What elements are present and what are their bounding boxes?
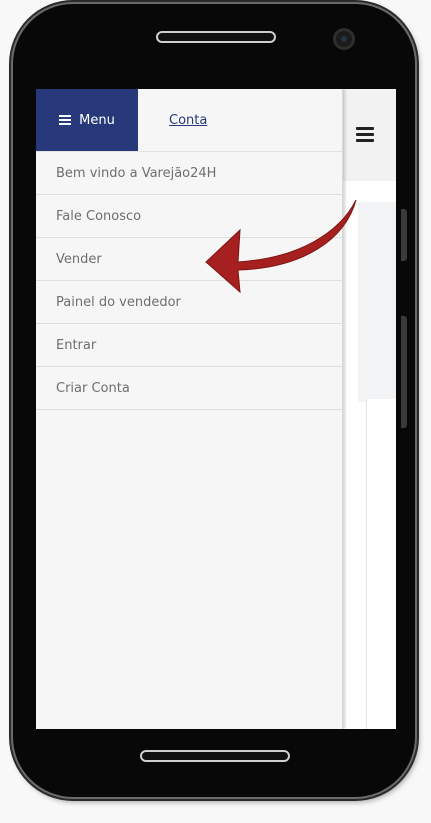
page-banner	[358, 202, 396, 402]
menu-item-welcome[interactable]: Bem vindo a Varejão24H	[36, 152, 342, 195]
menu-item-login[interactable]: Entrar	[36, 324, 342, 367]
power-button	[401, 316, 407, 428]
menu-item-contact[interactable]: Fale Conosco	[36, 195, 342, 238]
hamburger-icon	[59, 115, 72, 125]
menu-item-sell[interactable]: Vender	[36, 238, 342, 281]
screenshot-stage: Menu Conta Bem vindo a Varejão24H Fale C…	[0, 0, 431, 823]
side-drawer: Menu Conta Bem vindo a Varejão24H Fale C…	[36, 89, 343, 729]
tab-menu-label: Menu	[79, 112, 115, 128]
tab-conta[interactable]: Conta	[169, 113, 207, 128]
page-content-card	[366, 399, 396, 729]
tab-menu[interactable]: Menu	[36, 89, 138, 151]
menu-item-signup[interactable]: Criar Conta	[36, 367, 342, 410]
earpiece-speaker	[156, 31, 276, 43]
menu-item-seller-panel[interactable]: Painel do vendedor	[36, 281, 342, 324]
hamburger-icon[interactable]	[356, 127, 374, 142]
drawer-tabs: Menu Conta	[36, 89, 342, 152]
volume-button	[401, 209, 407, 261]
bottom-speaker	[140, 750, 290, 762]
front-camera	[333, 28, 355, 50]
phone-screen: Menu Conta Bem vindo a Varejão24H Fale C…	[36, 89, 396, 729]
drawer-menu-list: Bem vindo a Varejão24H Fale Conosco Vend…	[36, 152, 342, 410]
